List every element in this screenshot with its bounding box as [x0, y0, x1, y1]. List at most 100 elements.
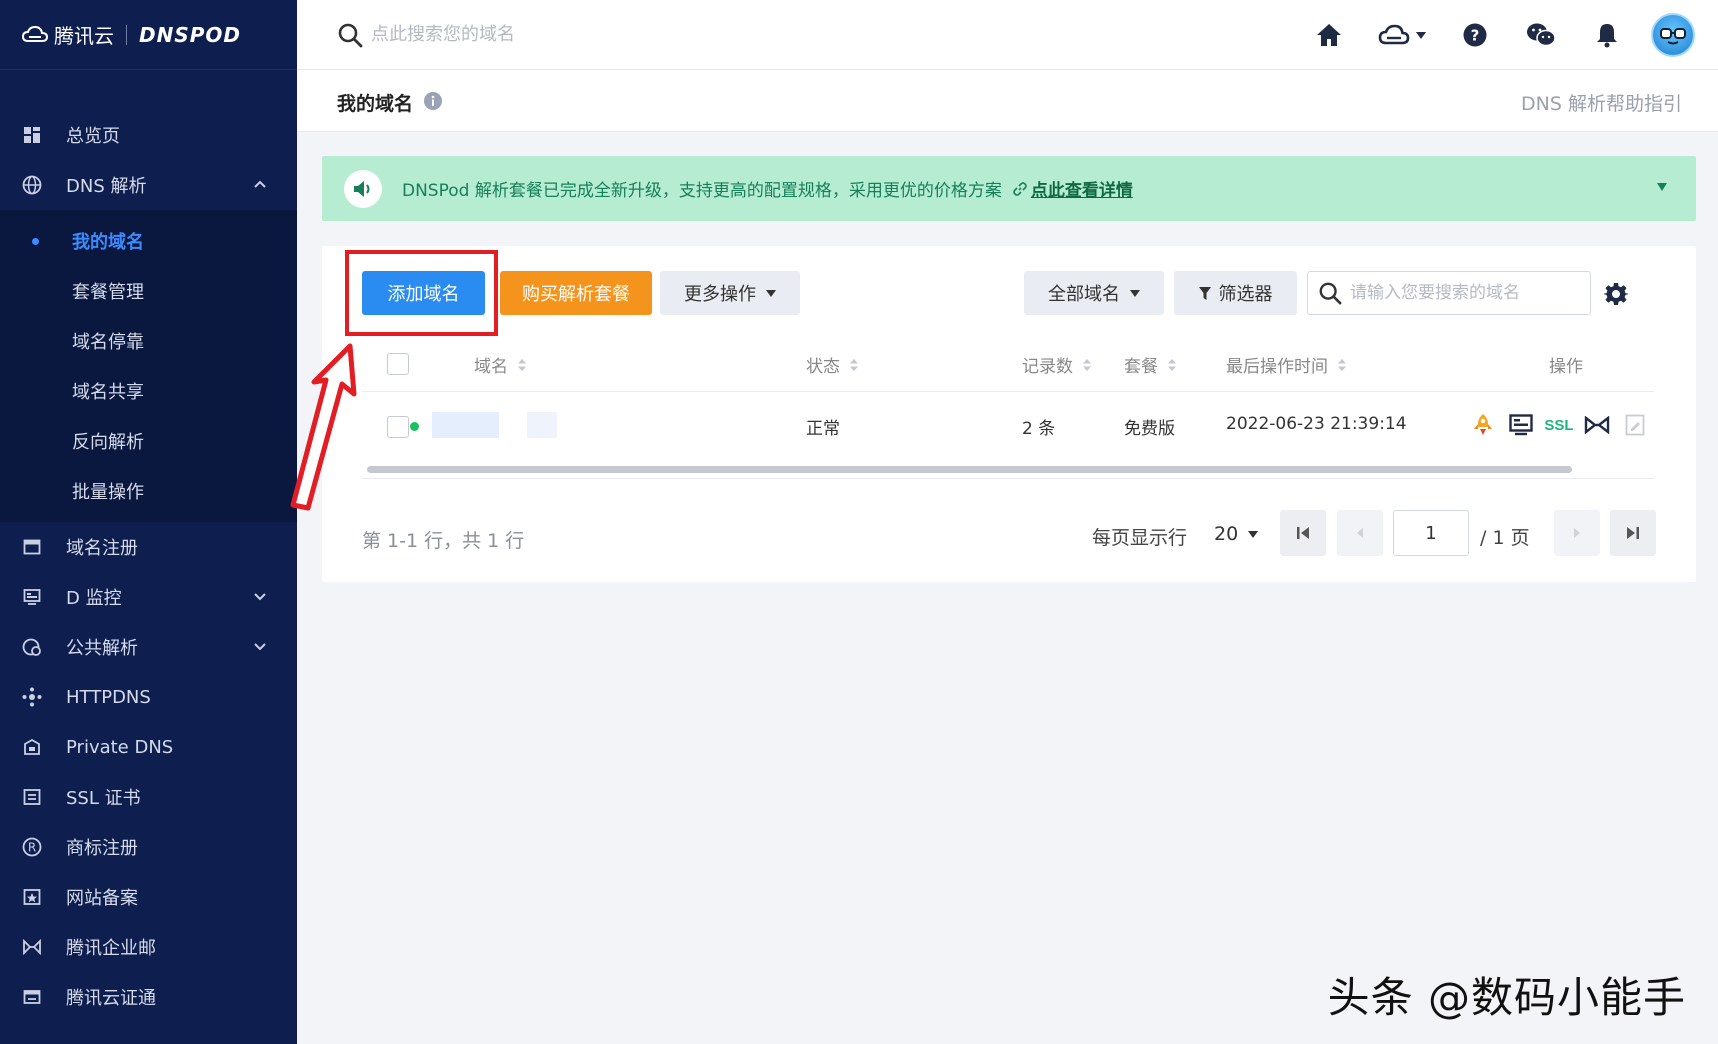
caret-down-icon: [1248, 530, 1259, 538]
chevron-down-icon[interactable]: [253, 589, 267, 603]
buy-package-button[interactable]: 购买解析套餐: [500, 271, 652, 315]
gear-icon[interactable]: [1604, 282, 1628, 306]
brand-product: DNSPOD: [139, 22, 242, 47]
network-node-icon: [22, 687, 42, 707]
dns-help-link[interactable]: DNS 解析帮助指引: [1521, 89, 1682, 116]
rocket-button[interactable]: [1464, 410, 1502, 440]
ssl-button[interactable]: SSL: [1540, 410, 1578, 440]
sidebar-item-filing[interactable]: 网站备案: [0, 872, 297, 922]
home-button[interactable]: [1306, 12, 1352, 58]
sidebar-item-public-dns[interactable]: 公共解析: [0, 622, 297, 672]
domain-name-redacted[interactable]: [432, 412, 499, 438]
sidebar-item-enterprise-mail[interactable]: 腾讯企业邮: [0, 922, 297, 972]
chevron-up-icon[interactable]: [253, 177, 267, 191]
all-domains-dropdown[interactable]: 全部域名: [1024, 271, 1164, 315]
domain-search-input[interactable]: [371, 24, 771, 45]
records-cell[interactable]: 2 条: [1022, 414, 1055, 439]
caret-down-icon: [1130, 289, 1140, 297]
sidebar-item-httpdns[interactable]: HTTPDNS: [0, 672, 297, 722]
sidebar-item-trademark[interactable]: R 商标注册: [0, 822, 297, 872]
sidebar-item-label: 商标注册: [66, 838, 138, 859]
page-title: 我的域名: [337, 93, 414, 115]
domain-filter-input[interactable]: [1350, 283, 1580, 303]
cloud-menu-button[interactable]: [1372, 12, 1432, 58]
calendar-icon: [22, 537, 42, 557]
column-status[interactable]: 状态: [806, 352, 858, 377]
status-dot: [410, 422, 419, 431]
wechat-button[interactable]: [1518, 12, 1564, 58]
sidebar-item-ssl[interactable]: SSL 证书: [0, 772, 297, 822]
user-avatar-button[interactable]: [1650, 12, 1696, 58]
sidebar-item-private-dns[interactable]: Private DNS: [0, 722, 297, 772]
avatar: [1651, 13, 1695, 57]
domain-suffix-redacted: [527, 412, 557, 438]
select-all-checkbox[interactable]: [387, 353, 409, 375]
filter-button[interactable]: 筛选器: [1174, 271, 1297, 315]
sidebar-item-label: 腾讯企业邮: [66, 938, 156, 959]
prev-page-button[interactable]: [1337, 510, 1383, 556]
avatar-face-icon: [1660, 28, 1686, 45]
monitor-icon: [22, 587, 42, 607]
next-page-button[interactable]: [1554, 510, 1600, 556]
edit-button[interactable]: [1616, 410, 1654, 440]
link-icon: [1584, 416, 1610, 434]
total-pages: / 1 页: [1480, 527, 1530, 549]
sidebar-item-label: Private DNS: [66, 736, 174, 758]
table-divider: [362, 478, 1654, 479]
column-label: 域名: [474, 357, 508, 377]
sidebar: 腾讯云 DNSPOD 总览页 DNS 解析 我的域名 套餐管理 域名停靠 域名共…: [0, 0, 297, 1044]
search-icon[interactable]: [1318, 281, 1342, 305]
trademark-icon: R: [22, 837, 42, 857]
help-button[interactable]: ?: [1452, 12, 1498, 58]
search-icon[interactable]: [337, 22, 363, 48]
sidebar-item-label: SSL 证书: [66, 788, 141, 809]
page-number-input[interactable]: [1393, 510, 1469, 556]
column-domain[interactable]: 域名: [474, 352, 526, 377]
column-last-modified[interactable]: 最后操作时间: [1226, 352, 1346, 377]
column-package[interactable]: 套餐: [1124, 352, 1176, 377]
status-cell: 正常: [806, 419, 840, 439]
domain-search-box: [1307, 271, 1591, 315]
brand-logo[interactable]: 腾讯云 DNSPOD: [0, 0, 297, 70]
column-records[interactable]: 记录数: [1022, 352, 1091, 377]
horizontal-scrollbar[interactable]: [367, 466, 1572, 473]
sidebar-item-domain-register[interactable]: 域名注册: [0, 522, 297, 572]
edit-icon: [1625, 414, 1645, 436]
sort-icon: [518, 358, 526, 371]
id-card-icon: [22, 987, 42, 1007]
sidebar-subitem-batch[interactable]: 批量操作: [0, 466, 297, 516]
info-icon[interactable]: [423, 91, 443, 111]
rows-summary: 第 1-1 行，共 1 行: [362, 530, 525, 552]
sidebar-item-cloud-id[interactable]: 腾讯云证通: [0, 972, 297, 1022]
more-actions-dropdown[interactable]: 更多操作: [660, 271, 800, 315]
column-label: 套餐: [1124, 357, 1158, 377]
speaker-icon: [344, 169, 382, 208]
sidebar-subitem-reverse[interactable]: 反向解析: [0, 416, 297, 466]
chevron-down-icon[interactable]: [253, 639, 267, 653]
sidebar-subitem-my-domains[interactable]: 我的域名: [0, 216, 297, 266]
watermark: 头条 @数码小能手: [1327, 973, 1686, 1022]
row-checkbox[interactable]: [387, 416, 409, 438]
sidebar-item-dns[interactable]: DNS 解析: [0, 160, 297, 210]
row-actions: SSL: [1464, 410, 1654, 440]
public-dns-icon: [22, 637, 42, 657]
caret-down-icon[interactable]: [1656, 182, 1668, 192]
caret-down-icon: [766, 289, 776, 297]
sidebar-subitem-packages[interactable]: 套餐管理: [0, 266, 297, 316]
first-page-button[interactable]: [1280, 510, 1326, 556]
mail-link-button[interactable]: [1578, 410, 1616, 440]
top-actions: ?: [1286, 12, 1696, 58]
last-page-button[interactable]: [1610, 510, 1656, 556]
sidebar-subitem-sharing[interactable]: 域名共享: [0, 366, 297, 416]
per-page-select[interactable]: 20: [1214, 523, 1259, 545]
page-header: 我的域名 DNS 解析帮助指引: [297, 70, 1718, 132]
sidebar-subitem-parking[interactable]: 域名停靠: [0, 316, 297, 366]
notification-button[interactable]: [1584, 12, 1630, 58]
sidebar-item-label: HTTPDNS: [66, 686, 151, 708]
sidebar-item-d-monitor[interactable]: D 监控: [0, 572, 297, 622]
banner-details-link[interactable]: 点此查看详情: [1031, 176, 1133, 201]
upgrade-banner: DNSPod 解析套餐已完成全新升级，支持更高的配置规格，采用更优的价格方案 点…: [322, 156, 1696, 221]
annotation-highlight-box: [345, 250, 498, 336]
sidebar-item-overview[interactable]: 总览页: [0, 110, 297, 160]
monitor-button[interactable]: [1502, 410, 1540, 440]
